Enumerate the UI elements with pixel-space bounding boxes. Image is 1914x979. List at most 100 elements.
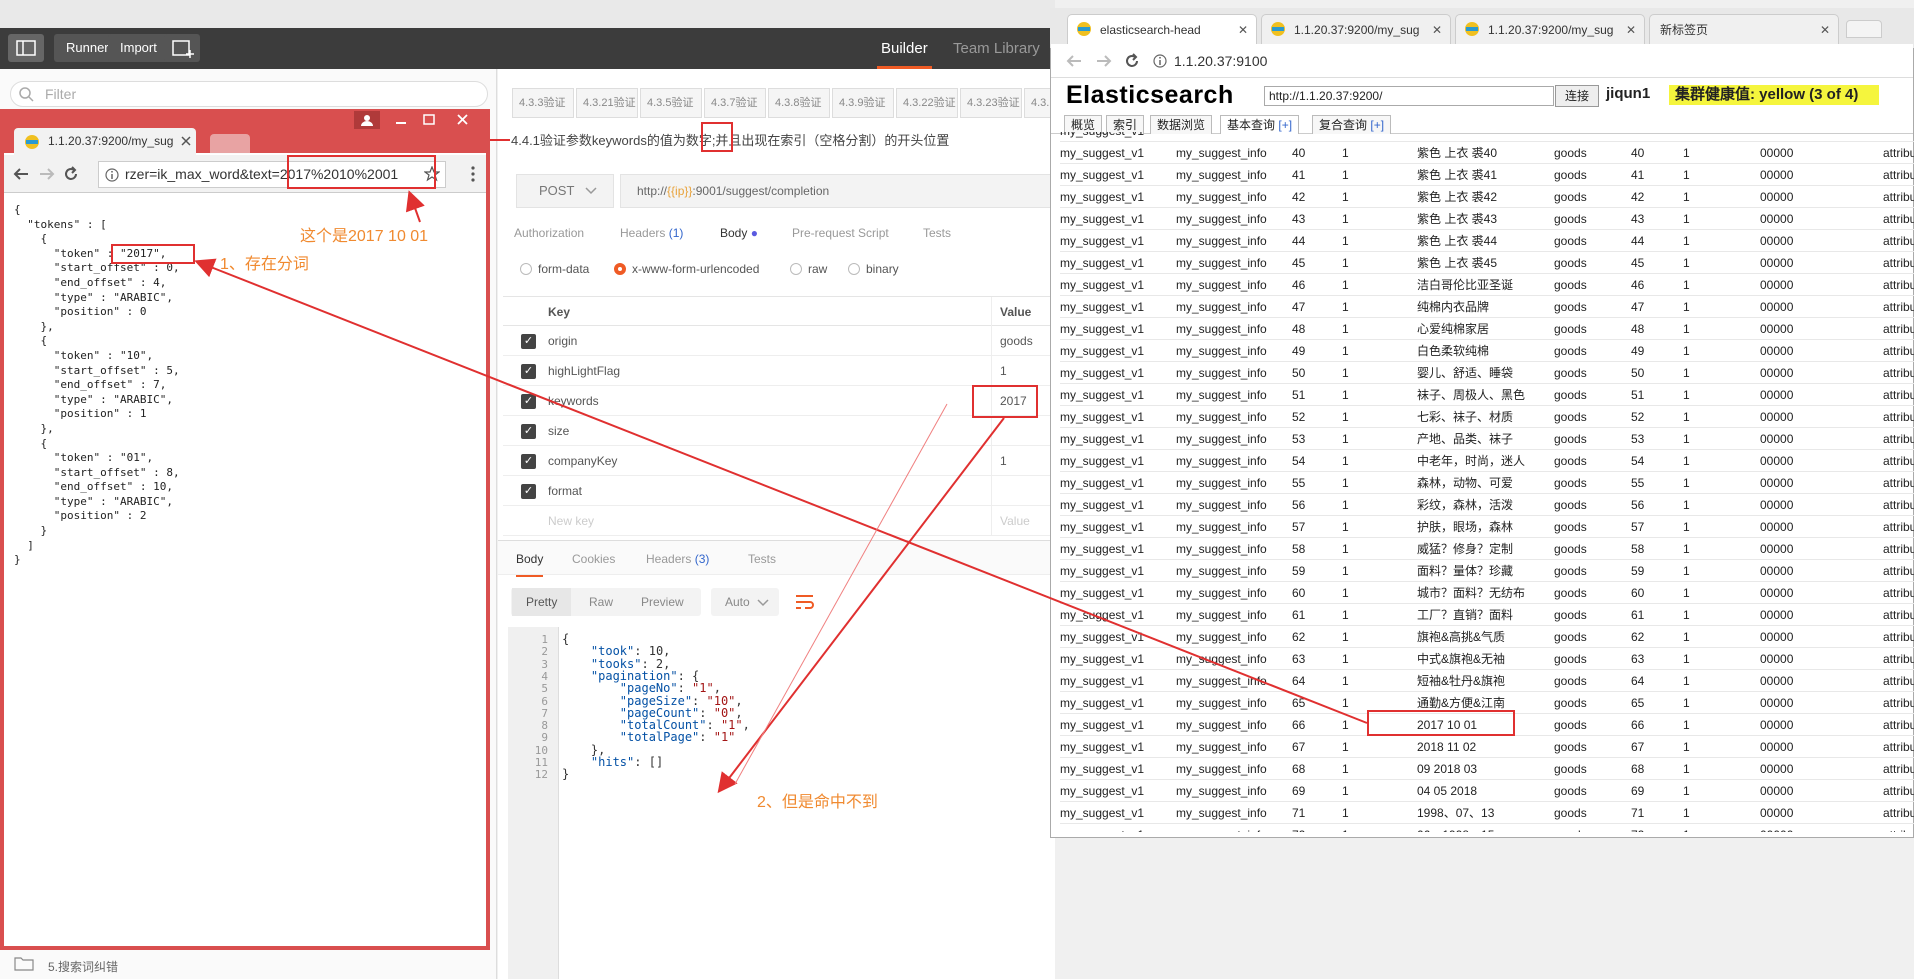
request-tab[interactable]: 4.3.7验证: [704, 88, 766, 118]
table-row[interactable]: my_suggest_v1 my_suggest_info 49 1 白色柔软纯棉 goo…: [1060, 340, 1914, 362]
table-row[interactable]: my_suggest_v1 my_suggest_info 55 1 森林，动物、可爱 g…: [1060, 472, 1914, 494]
table-row[interactable]: my_suggest_v1 my_suggest_info 47 1 纯棉内衣品牌 goo…: [1060, 296, 1914, 318]
table-row[interactable]: my_suggest_v1 my_suggest_info 44 1 紫色 上衣 裘44…: [1060, 230, 1914, 252]
new-tab-button[interactable]: [210, 134, 250, 154]
request-tab[interactable]: 4.3.23验证: [960, 88, 1022, 118]
reload-icon[interactable]: [62, 165, 80, 183]
checkbox[interactable]: ✓: [521, 364, 536, 379]
table-row[interactable]: my_suggest_v1 my_suggest_info 42 1 紫色 上衣 裘42…: [1060, 186, 1914, 208]
sidebar-toggle-button[interactable]: [8, 34, 44, 62]
request-tab[interactable]: 4.3.5验证: [640, 88, 702, 118]
minimize-icon[interactable]: [388, 111, 414, 129]
preview-button[interactable]: Preview: [627, 588, 698, 616]
close-icon[interactable]: [450, 111, 476, 129]
table-row[interactable]: my_suggest_v1 my_suggest_info 56 1 彩纹，森林，活泼 g…: [1060, 494, 1914, 516]
reload-icon[interactable]: [1123, 52, 1141, 70]
menu-icon[interactable]: [468, 165, 478, 183]
table-row[interactable]: my_suggest_v1 my_suggest_info 52 1 七彩、袜子、材质 g…: [1060, 406, 1914, 428]
param-key[interactable]: origin: [548, 334, 577, 348]
maximize-icon[interactable]: [416, 111, 442, 129]
pretty-button[interactable]: Pretty: [512, 588, 572, 616]
radio-binary[interactable]: binary: [848, 262, 899, 276]
browser-tab[interactable]: 1.1.20.37:9200/my_sug ✕: [1261, 14, 1451, 44]
tab-headers[interactable]: Headers (1): [620, 226, 683, 240]
tab-close-icon[interactable]: ✕: [1626, 15, 1636, 44]
add-tab-link[interactable]: [+]: [1278, 118, 1292, 132]
resp-tab-body[interactable]: Body: [516, 552, 544, 577]
checkbox[interactable]: ✓: [521, 394, 536, 409]
method-select[interactable]: POST: [516, 174, 614, 208]
tab-close-icon[interactable]: ✕: [1432, 15, 1442, 44]
forward-icon[interactable]: [1095, 52, 1113, 70]
checkbox[interactable]: ✓: [521, 334, 536, 349]
forward-icon[interactable]: [38, 165, 56, 183]
tab-prerequest[interactable]: Pre-request Script: [792, 226, 889, 240]
resp-tab-headers[interactable]: Headers (3): [646, 552, 709, 566]
sidebar-item-collection[interactable]: 5.搜索词纠错: [48, 958, 118, 975]
request-tab[interactable]: 4.3.21验证: [576, 88, 638, 118]
new-key-input[interactable]: New key: [548, 514, 594, 528]
table-row[interactable]: my_suggest_v1 my_suggest_info 64 1 短袖&牡丹&旗袍 g…: [1060, 670, 1914, 692]
browser-tab[interactable]: 1.1.20.37:9200/my_sug ✕: [1455, 14, 1645, 44]
table-row[interactable]: my_suggest_v1 my_suggest_info 54 1 中老年，时尚，迷人…: [1060, 450, 1914, 472]
table-row[interactable]: my_suggest_v1 my_suggest_info 59 1 面料？量体？珍藏 g…: [1060, 560, 1914, 582]
param-value[interactable]: goods: [1000, 334, 1033, 348]
radio-form-data[interactable]: form-data: [520, 262, 589, 276]
table-row[interactable]: my_suggest_v1: [1060, 132, 1914, 142]
table-row[interactable]: my_suggest_v1 my_suggest_info 71 1 1998、07、1…: [1060, 802, 1914, 824]
param-key[interactable]: highLightFlag: [548, 364, 620, 378]
tab-body[interactable]: Body ●: [720, 226, 758, 240]
table-row[interactable]: my_suggest_v1 my_suggest_info 41 1 紫色 上衣 裘41…: [1060, 164, 1914, 186]
resp-tab-tests[interactable]: Tests: [748, 552, 776, 566]
table-row[interactable]: my_suggest_v1 my_suggest_info 50 1 婴儿、舒适、睡袋 g…: [1060, 362, 1914, 384]
param-key[interactable]: keywords: [548, 394, 599, 408]
small-browser-tab[interactable]: 1.1.20.37:9200/my_sug: [14, 128, 196, 155]
table-row[interactable]: my_suggest_v1 my_suggest_info 57 1 护肤，眼场，森林 g…: [1060, 516, 1914, 538]
request-tab[interactable]: 4.3.8验证: [768, 88, 830, 118]
new-value-input[interactable]: Value: [1000, 514, 1030, 528]
table-row[interactable]: my_suggest_v1 my_suggest_info 67 1 2018 11 0…: [1060, 736, 1914, 758]
table-row[interactable]: my_suggest_v1 my_suggest_info 48 1 心爱纯棉家居 goo…: [1060, 318, 1914, 340]
request-tab[interactable]: 4.3.9验证: [832, 88, 894, 118]
table-row[interactable]: my_suggest_v1 my_suggest_info 63 1 中式&旗袍&无袖 g…: [1060, 648, 1914, 670]
wrap-icon[interactable]: [793, 591, 817, 613]
table-row[interactable]: my_suggest_v1 my_suggest_info 72 1 06、1998、1…: [1060, 824, 1914, 832]
back-icon[interactable]: [12, 165, 30, 183]
checkbox[interactable]: ✓: [521, 454, 536, 469]
tab-close-icon[interactable]: [180, 135, 192, 147]
tab-authorization[interactable]: Authorization: [514, 226, 584, 240]
table-row[interactable]: my_suggest_v1 my_suggest_info 53 1 产地、品类、袜子 g…: [1060, 428, 1914, 450]
add-tab-link[interactable]: [+]: [1370, 118, 1384, 132]
request-tab[interactable]: 4.3.3验证: [512, 88, 574, 118]
table-row[interactable]: my_suggest_v1 my_suggest_info 62 1 旗袍&高挑&气质 g…: [1060, 626, 1914, 648]
filter-input[interactable]: Filter: [10, 81, 488, 107]
resp-tab-cookies[interactable]: Cookies: [572, 552, 615, 566]
param-value[interactable]: 1: [1000, 454, 1007, 468]
table-row[interactable]: my_suggest_v1 my_suggest_info 61 1 工厂？直销？面料 g…: [1060, 604, 1914, 626]
table-row[interactable]: my_suggest_v1 my_suggest_info 58 1 威猛？修身？定制 g…: [1060, 538, 1914, 560]
back-icon[interactable]: [1065, 52, 1083, 70]
tab-tests[interactable]: Tests: [923, 226, 951, 240]
team-library-tab[interactable]: Team Library: [953, 28, 1040, 69]
browser-tab-new[interactable]: 新标签页 ✕: [1649, 14, 1839, 44]
param-key[interactable]: format: [548, 484, 582, 498]
table-row[interactable]: my_suggest_v1 my_suggest_info 69 1 04 05 201…: [1060, 780, 1914, 802]
connect-button[interactable]: 连接: [1555, 85, 1599, 107]
user-button[interactable]: [354, 111, 380, 129]
import-button[interactable]: Import: [108, 34, 169, 62]
new-tab-button[interactable]: [1846, 20, 1882, 38]
tab-close-icon[interactable]: ✕: [1820, 15, 1830, 44]
table-row[interactable]: my_suggest_v1 my_suggest_info 68 1 09 2018 0…: [1060, 758, 1914, 780]
table-row[interactable]: my_suggest_v1 my_suggest_info 60 1 城市？面料？无纺布…: [1060, 582, 1914, 604]
checkbox[interactable]: ✓: [521, 484, 536, 499]
es-url-input[interactable]: http://1.1.20.37:9200/: [1264, 86, 1554, 106]
new-window-button[interactable]: [164, 34, 200, 62]
table-row[interactable]: my_suggest_v1 my_suggest_info 51 1 袜子、周极人、黑色…: [1060, 384, 1914, 406]
request-tab[interactable]: 4.3.22验证: [896, 88, 958, 118]
raw-button[interactable]: Raw: [575, 588, 627, 616]
radio-raw[interactable]: raw: [790, 262, 827, 276]
checkbox[interactable]: ✓: [521, 424, 536, 439]
table-row[interactable]: my_suggest_v1 my_suggest_info 46 1 洁白哥伦比亚圣诞 g…: [1060, 274, 1914, 296]
es-browser-address-bar[interactable]: 1.1.20.37:9100: [1148, 48, 1908, 74]
table-row[interactable]: my_suggest_v1 my_suggest_info 40 1 紫色 上衣 裘40…: [1060, 142, 1914, 164]
